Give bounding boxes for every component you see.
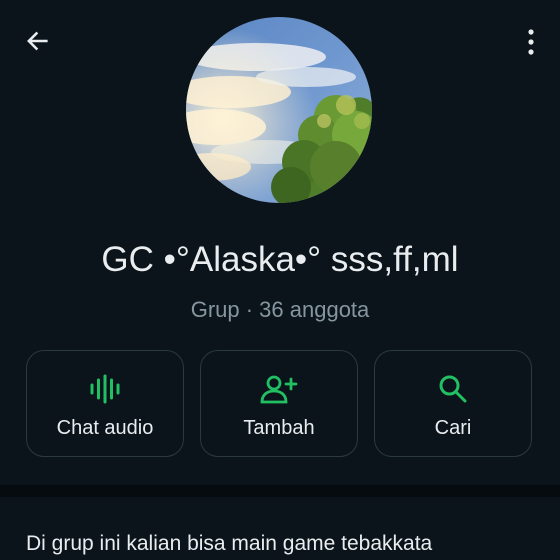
group-description[interactable]: Di grup ini kalian bisa main game tebakk… xyxy=(26,530,432,558)
add-member-button[interactable]: Tambah xyxy=(200,350,358,457)
chat-audio-button[interactable]: Chat audio xyxy=(26,350,184,457)
more-vertical-icon xyxy=(528,29,534,55)
add-person-icon xyxy=(201,373,357,405)
group-info-screen: GC •°Alaska•° sss,ff,ml Grup · 36 anggot… xyxy=(0,0,560,560)
more-options-button[interactable] xyxy=(516,22,546,62)
group-name: GC •°Alaska•° sss,ff,ml xyxy=(101,240,459,279)
audio-wave-icon xyxy=(27,373,183,405)
group-photo xyxy=(186,17,372,203)
search-icon xyxy=(375,373,531,405)
group-member-count[interactable]: Grup · 36 anggota xyxy=(0,296,560,324)
chat-audio-label: Chat audio xyxy=(56,417,154,439)
search-label: Cari xyxy=(434,417,472,439)
back-button[interactable] xyxy=(14,22,60,60)
add-member-label: Tambah xyxy=(243,417,315,439)
section-divider xyxy=(0,485,560,497)
search-button[interactable]: Cari xyxy=(374,350,532,457)
arrow-left-icon xyxy=(27,31,48,51)
group-avatar[interactable] xyxy=(186,17,372,203)
